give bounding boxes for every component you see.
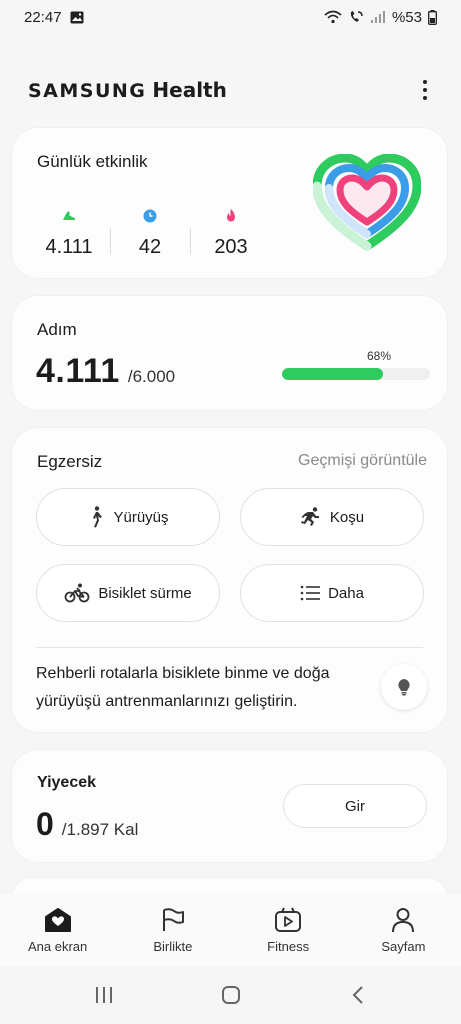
daily-calories-value: 203 <box>214 236 248 258</box>
steps-goal: /6.000 <box>127 367 176 386</box>
steps-card[interactable]: Adım 4.111 /6.000 68% <box>12 296 447 410</box>
exercise-card: Egzersiz Geçmişi görüntüle Yürüyüş Koşu … <box>12 428 447 732</box>
metric-divider <box>190 228 191 254</box>
exercise-tip-text[interactable]: Rehberli rotalarla bisiklete binme ve do… <box>36 660 372 716</box>
recent-apps-icon <box>95 987 112 1003</box>
exercise-title: Egzersiz <box>37 452 103 471</box>
daily-minutes-value: 42 <box>138 236 162 258</box>
brand-samsung: SAMSUNG <box>28 80 147 102</box>
food-card[interactable]: Yiyecek 0 /1.897 Kal Gir <box>12 750 447 862</box>
food-title: Yiyecek <box>37 774 97 791</box>
steps-value: 4.111 <box>36 352 120 390</box>
nav-together-label: Birlikte <box>153 938 193 954</box>
steps-progress-label: 68% <box>367 349 392 363</box>
back-chevron-icon <box>352 986 363 1004</box>
run-icon <box>300 507 319 526</box>
home-heart-icon <box>44 907 71 932</box>
nav-fitness-label: Fitness <box>267 938 310 954</box>
steps-progress-fill <box>282 368 383 380</box>
metric-divider <box>110 228 111 254</box>
daily-steps-value: 4.111 <box>45 236 93 258</box>
cycle-label: Bisiklet sürme <box>98 584 192 602</box>
daily-activity-title: Günlük etkinlik <box>37 152 148 171</box>
nav-my-page[interactable]: Sayfam <box>346 894 461 966</box>
wifi-call-icon <box>350 11 363 22</box>
nav-home-label: Ana ekran <box>27 938 88 954</box>
daily-activity-card[interactable]: Günlük etkinlik 4.111 42 203 <box>12 128 447 278</box>
brand-health: Health <box>152 78 227 102</box>
home-button[interactable] <box>211 980 251 1010</box>
signal-icon <box>370 11 385 23</box>
lightbulb-icon <box>398 679 410 696</box>
home-square-icon <box>221 986 240 1004</box>
bicycle-icon <box>64 583 90 603</box>
status-bar: 22:47 %53 <box>0 0 461 34</box>
list-icon <box>300 585 321 601</box>
steps-progress-bar <box>282 368 430 380</box>
shoe-icon <box>63 211 75 220</box>
more-dot-icon <box>423 96 427 100</box>
wifi-icon <box>324 10 342 24</box>
system-navigation <box>0 966 461 1024</box>
more-dot-icon <box>423 80 427 84</box>
more-exercises-button[interactable]: Daha <box>240 564 424 622</box>
food-enter-button[interactable]: Gir <box>283 784 427 828</box>
nav-together[interactable]: Birlikte <box>115 894 230 966</box>
food-goal: /1.897 Kal <box>61 820 139 839</box>
view-history-link[interactable]: Geçmişi görüntüle <box>298 452 427 470</box>
flame-icon <box>227 209 235 222</box>
exercise-divider <box>36 647 423 648</box>
more-options-button[interactable] <box>413 70 437 110</box>
clock-icon <box>143 209 157 223</box>
run-button[interactable]: Koşu <box>240 488 424 546</box>
run-label: Koşu <box>329 508 365 526</box>
nav-my-page-label: Sayfam <box>381 938 426 954</box>
person-icon <box>392 907 415 932</box>
walk-label: Yürüyüş <box>113 508 169 526</box>
steps-title: Adım <box>37 320 77 339</box>
more-dot-icon <box>423 88 427 92</box>
app-header: SAMSUNG Health <box>28 70 437 110</box>
recent-apps-button[interactable] <box>84 980 124 1010</box>
gallery-icon <box>70 11 84 23</box>
cycle-button[interactable]: Bisiklet sürme <box>36 564 220 622</box>
nav-fitness[interactable]: Fitness <box>231 894 346 966</box>
walk-icon <box>93 506 103 528</box>
play-video-icon <box>275 907 302 932</box>
battery-icon <box>428 9 437 25</box>
bottom-navigation: Ana ekran Birlikte Fitness Sayfam <box>0 894 461 966</box>
app-logo: SAMSUNG Health <box>28 78 227 102</box>
food-value: 0 <box>36 806 54 842</box>
activity-heart-icon <box>313 154 421 251</box>
daily-minutes-metric: 42 <box>115 208 185 259</box>
battery-percent: %53 <box>391 8 422 26</box>
tip-button[interactable] <box>381 664 427 710</box>
more-exercises-label: Daha <box>328 584 364 602</box>
walk-button[interactable]: Yürüyüş <box>36 488 220 546</box>
status-time: 22:47 <box>24 8 62 26</box>
daily-calories-metric: 203 <box>196 208 266 259</box>
back-button[interactable] <box>338 980 378 1010</box>
nav-home[interactable]: Ana ekran <box>0 894 115 966</box>
flag-icon <box>162 907 184 931</box>
daily-steps-metric: 4.111 <box>34 208 104 259</box>
